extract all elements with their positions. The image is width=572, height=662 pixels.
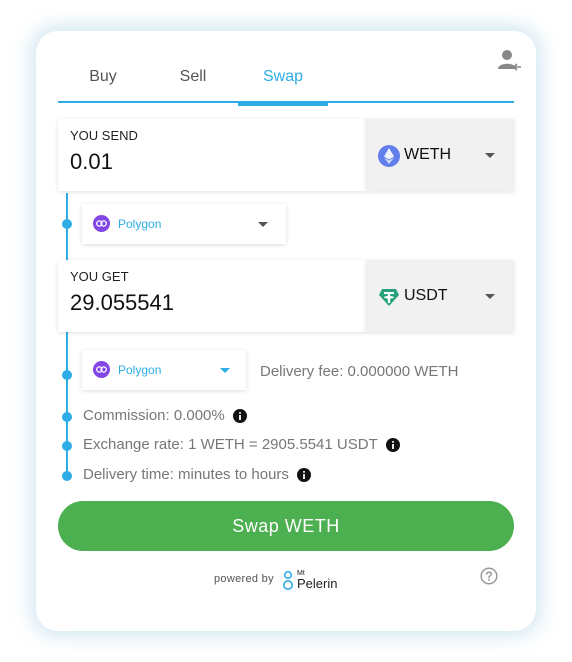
progress-timeline [66, 193, 68, 477]
tab-sell[interactable]: Sell [148, 65, 238, 101]
timeline-dot [62, 441, 72, 451]
commission-text: Commission: 0.000% [83, 407, 225, 424]
tab-bar: Buy Sell Swap [58, 65, 514, 106]
chevron-down-icon [220, 368, 230, 373]
tab-swap[interactable]: Swap [238, 65, 328, 106]
delivery-time-text: Delivery time: minutes to hours [83, 466, 289, 483]
get-network-name: Polygon [118, 363, 162, 377]
tab-buy[interactable]: Buy [58, 65, 148, 101]
chevron-down-icon [258, 222, 268, 227]
send-amount-box: YOU SEND [58, 119, 366, 191]
timeline-dot [62, 471, 72, 481]
polygon-icon [93, 215, 110, 232]
chevron-down-icon [485, 153, 495, 158]
delivery-fee: Delivery fee: 0.000000 WETH [260, 363, 459, 380]
ethereum-icon [378, 145, 400, 167]
timeline-dot [62, 412, 72, 422]
tether-icon [379, 289, 399, 306]
send-network-name: Polygon [118, 217, 162, 231]
exchange-rate-text: Exchange rate: 1 WETH = 2905.5541 USDT [83, 436, 378, 453]
exchange-rate-line: Exchange rate: 1 WETH = 2905.5541 USDT [83, 436, 400, 453]
get-token-name: USDT [404, 287, 448, 304]
get-amount-input[interactable] [70, 290, 360, 316]
timeline-dot [62, 370, 72, 380]
swap-widget-card: Buy Sell Swap YOU SEND WETH Polygon YOU … [36, 31, 536, 631]
info-icon[interactable] [232, 408, 247, 423]
timeline-dot [62, 219, 72, 229]
get-token-select[interactable]: USDT [366, 260, 514, 332]
get-network-select[interactable]: Polygon [82, 350, 246, 390]
send-label: YOU SEND [70, 128, 138, 143]
send-network-select[interactable]: Polygon [82, 204, 286, 244]
mt-pelerin-logo[interactable]: Mt Pelerin [282, 566, 346, 594]
polygon-icon [93, 361, 110, 378]
get-amount-box: YOU GET [58, 260, 366, 332]
info-icon[interactable] [296, 467, 311, 482]
send-token-select[interactable]: WETH [366, 119, 514, 191]
logo-pelerin-text: Pelerin [297, 576, 337, 591]
send-token-name: WETH [404, 146, 452, 163]
powered-by-text: powered by [214, 573, 274, 585]
help-icon[interactable] [480, 567, 498, 585]
delivery-time-line: Delivery time: minutes to hours [83, 466, 311, 483]
swap-button[interactable]: Swap WETH [58, 501, 514, 551]
chevron-down-icon [485, 294, 495, 299]
send-amount-input[interactable] [70, 149, 360, 175]
get-label: YOU GET [70, 269, 129, 284]
commission-line: Commission: 0.000% [83, 407, 247, 424]
info-icon[interactable] [385, 437, 400, 452]
